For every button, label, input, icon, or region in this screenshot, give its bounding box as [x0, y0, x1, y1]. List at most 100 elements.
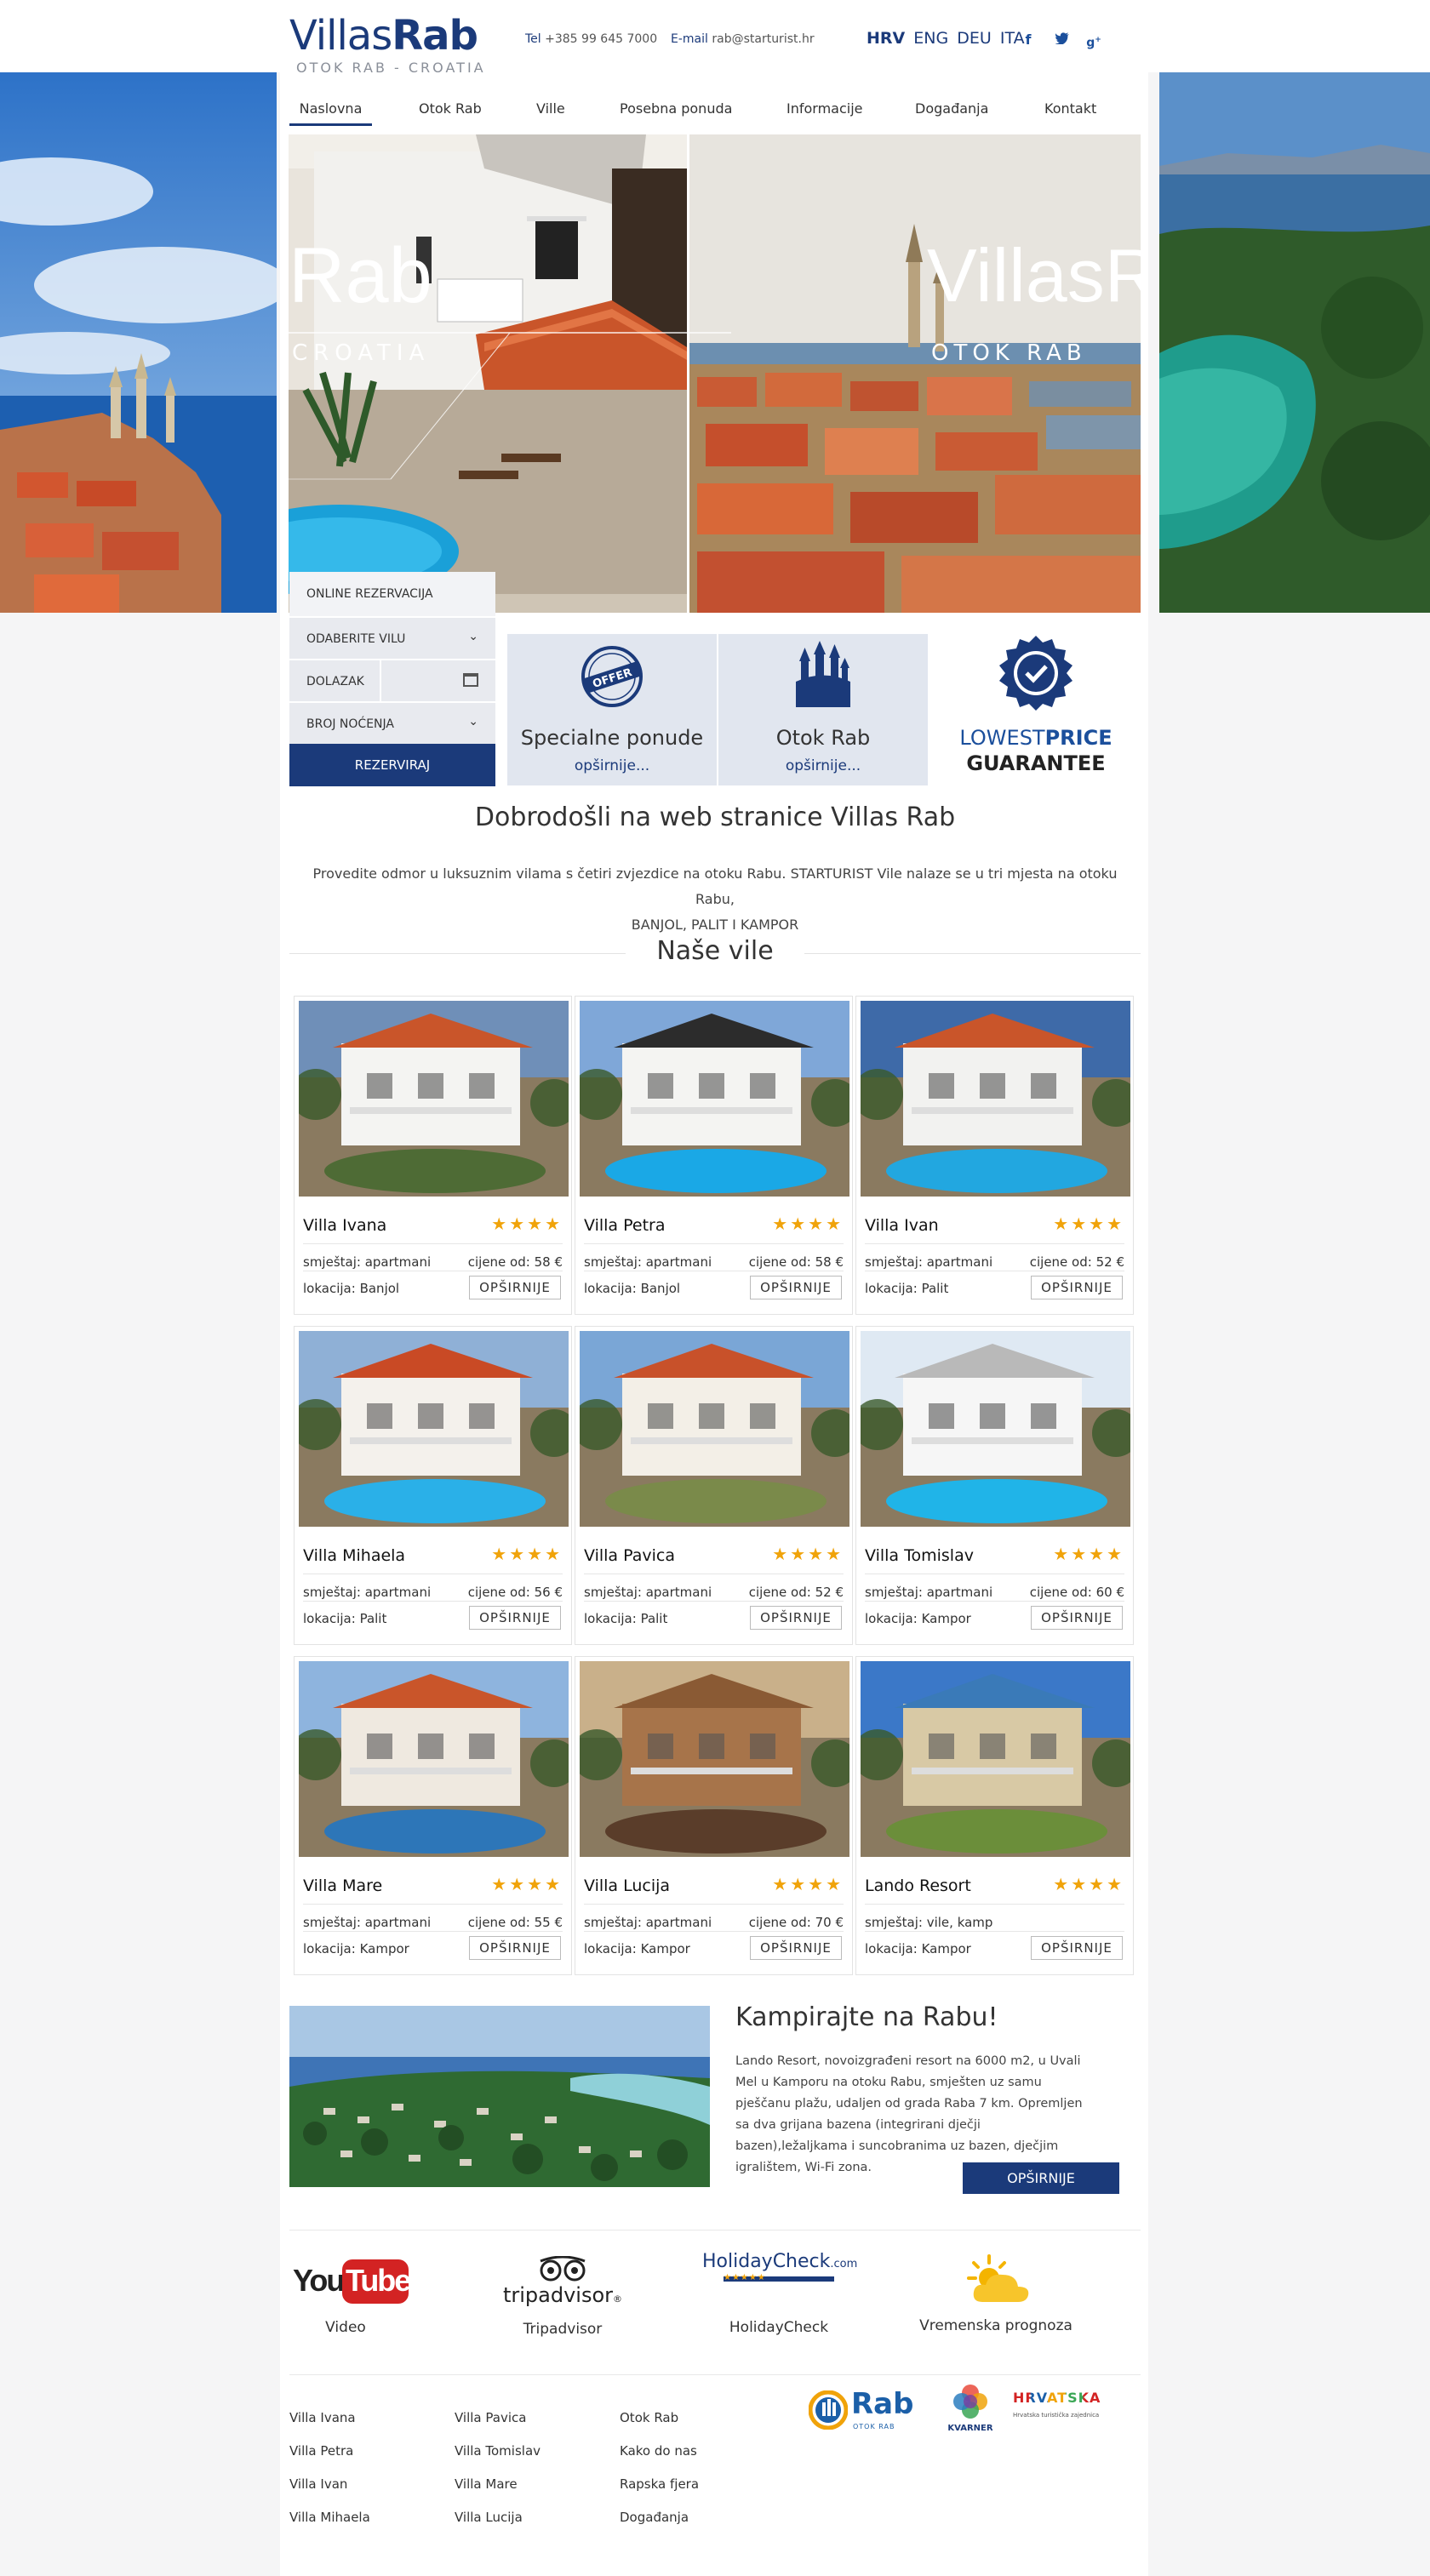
villa-more-button[interactable]: OPŠIRNIJE: [1031, 1936, 1123, 1960]
lang-deu[interactable]: DEU: [957, 29, 992, 48]
partner-tripadvisor[interactable]: tripadvisor® Tripadvisor: [486, 2251, 639, 2345]
partner-weather-label: Vremenska prognoza: [919, 2317, 1072, 2334]
villa-photo[interactable]: [580, 1331, 849, 1527]
island-rab-tile[interactable]: Otok Rab opširnije...: [718, 634, 928, 785]
footer-link[interactable]: Villa Ivana: [289, 2410, 356, 2425]
villa-name[interactable]: Villa Ivan: [865, 1216, 939, 1235]
guarantee-line2: GUARANTEE: [966, 751, 1106, 775]
villa-card[interactable]: Villa Mihaela ★★★★ smještaj: apartmani cije…: [294, 1326, 572, 1645]
welcome-line-2: BANJOL, PALIT I KAMPOR: [631, 917, 799, 933]
villa-name[interactable]: Villa Petra: [584, 1216, 665, 1235]
lang-hrv[interactable]: HRV: [867, 29, 905, 48]
footer-link[interactable]: Villa Ivan: [289, 2476, 347, 2492]
footer-link[interactable]: Kako do nas: [620, 2443, 697, 2459]
footer-link[interactable]: Villa Pavica: [455, 2410, 526, 2425]
villa-more-button[interactable]: OPŠIRNIJE: [469, 1276, 561, 1299]
villa-price: cijene od: 70 €: [749, 1915, 844, 1930]
footer-link[interactable]: Villa Petra: [289, 2443, 353, 2459]
footer-link[interactable]: Događanja: [620, 2510, 689, 2525]
villa-card[interactable]: Villa Mare ★★★★ smještaj: apartmani cijene …: [294, 1656, 572, 1975]
twitter-icon[interactable]: [1053, 31, 1072, 49]
kvarner-logo[interactable]: KVARNER: [945, 2383, 996, 2442]
villa-more-button[interactable]: OPŠIRNIJE: [469, 1936, 561, 1960]
villa-name[interactable]: Villa Mihaela: [303, 1546, 405, 1565]
footer-link[interactable]: Otok Rab: [620, 2410, 678, 2425]
villa-photo[interactable]: [861, 1001, 1130, 1197]
footer-link[interactable]: Villa Tomislav: [455, 2443, 541, 2459]
hero-left-title: Rab: [289, 232, 432, 319]
villa-photo[interactable]: [861, 1331, 1130, 1527]
footer-link[interactable]: Villa Mihaela: [289, 2510, 370, 2525]
villa-photo[interactable]: [299, 1331, 569, 1527]
villa-photo[interactable]: [299, 1001, 569, 1197]
villa-card[interactable]: Villa Pavica ★★★★ smještaj: apartmani cijen…: [575, 1326, 853, 1645]
nav-item-otok-rab[interactable]: Otok Rab: [419, 94, 482, 123]
special-offers-more-link[interactable]: opširnije...: [507, 757, 717, 774]
villa-card[interactable]: Villa Petra ★★★★ smještaj: apartmani cijene…: [575, 996, 853, 1315]
price-label: cijene od:: [748, 1254, 811, 1270]
site-logo[interactable]: VillasRab OTOK RAB - CROATIA: [289, 12, 486, 76]
camping-text: Lando Resort, novoizgrađeni resort na 60…: [735, 2054, 1083, 2174]
holidaycheck-logo-icon: HolidayCheck.com: [702, 2251, 858, 2272]
google-plus-icon[interactable]: g+: [1084, 31, 1103, 50]
villa-card[interactable]: Villa Ivan ★★★★ smještaj: apartmani cijene …: [855, 996, 1134, 1315]
villa-select[interactable]: ODABERITE VILU ⌄: [289, 616, 495, 659]
camping-more-button[interactable]: OPŠIRNIJE: [963, 2162, 1119, 2194]
accommodation-label: smještaj:: [303, 1585, 361, 1600]
villa-photo[interactable]: [299, 1661, 569, 1857]
villa-more-button[interactable]: OPŠIRNIJE: [1031, 1606, 1123, 1630]
nav-item-naslovna[interactable]: Naslovna: [289, 94, 372, 126]
email-value[interactable]: rab@starturist.hr: [712, 32, 814, 46]
hrvatska-logo[interactable]: HRVATSKA Hrvatska turistička zajednica: [1013, 2390, 1115, 2432]
footer-link[interactable]: Villa Lucija: [455, 2510, 523, 2525]
nav-item-dogadanja[interactable]: Događanja: [915, 94, 988, 123]
villa-name[interactable]: Villa Pavica: [584, 1546, 675, 1565]
special-offers-tile[interactable]: OFFER Specialne ponude opširnije...: [507, 634, 717, 785]
villa-photo[interactable]: [580, 1661, 849, 1857]
arrival-date-field[interactable]: DOLAZAK: [289, 659, 495, 703]
villa-name[interactable]: Villa Ivana: [303, 1216, 386, 1235]
villa-card[interactable]: Villa Tomislav ★★★★ smještaj: apartmani cij…: [855, 1326, 1134, 1645]
villa-card[interactable]: Villa Lucija ★★★★ smještaj: apartmani cijen…: [575, 1656, 853, 1975]
villa-name[interactable]: Lando Resort: [865, 1876, 971, 1895]
nav-item-posebna-ponuda[interactable]: Posebna ponuda: [620, 94, 732, 123]
nav-item-ville[interactable]: Ville: [536, 94, 565, 123]
villa-more-button[interactable]: OPŠIRNIJE: [469, 1606, 561, 1630]
villa-name[interactable]: Villa Lucija: [584, 1876, 670, 1895]
star-rating-icon: ★★★★: [772, 1214, 844, 1234]
nights-select[interactable]: BROJ NOĆENJA ⌄: [289, 701, 495, 744]
footer-link[interactable]: Rapska fjera: [620, 2476, 699, 2492]
footer-link[interactable]: Villa Mare: [455, 2476, 518, 2492]
partner-youtube[interactable]: You Tube Video: [269, 2251, 422, 2345]
calendar-icon[interactable]: [463, 673, 478, 687]
location-value: Banjol: [359, 1281, 400, 1296]
reserve-button[interactable]: REZERVIRAJ: [289, 744, 495, 786]
welcome-heading: Dobrodošli na web stranice Villas Rab: [474, 803, 956, 832]
holidaycheck-stars-icon: ★★★★★: [724, 2273, 766, 2282]
facebook-icon[interactable]: f: [1019, 31, 1038, 49]
villa-more-button[interactable]: OPŠIRNIJE: [750, 1276, 842, 1299]
villa-location: lokacija: Palit: [303, 1611, 386, 1626]
youtube-logo-icon: You Tube: [289, 2259, 411, 2307]
nav-item-kontakt[interactable]: Kontakt: [1044, 94, 1096, 123]
accommodation-label: smještaj:: [303, 1254, 361, 1270]
villa-name[interactable]: Villa Tomislav: [865, 1546, 974, 1565]
island-rab-more-link[interactable]: opširnije...: [718, 757, 928, 774]
villa-more-button[interactable]: OPŠIRNIJE: [750, 1936, 842, 1960]
nav-item-informacije[interactable]: Informacije: [786, 94, 863, 123]
villa-card[interactable]: Lando Resort ★★★★ smještaj: vile, kamp loka…: [855, 1656, 1134, 1975]
partner-holidaycheck[interactable]: HolidayCheck.com ★★★★★ HolidayCheck: [702, 2251, 858, 2345]
villa-more-button[interactable]: OPŠIRNIJE: [1031, 1276, 1123, 1299]
villa-name[interactable]: Villa Mare: [303, 1876, 382, 1895]
hero-slider[interactable]: Rab CROATIA VillasR OTOK RAB: [289, 134, 1141, 613]
price-value: 55 €: [534, 1915, 563, 1930]
villa-accommodation: smještaj: apartmani: [584, 1585, 712, 1600]
accommodation-value: vile, kamp: [926, 1915, 993, 1930]
villa-more-button[interactable]: OPŠIRNIJE: [750, 1606, 842, 1630]
rab-tourism-logo[interactable]: Rab OTOK RAB: [809, 2387, 928, 2438]
lang-eng[interactable]: ENG: [913, 29, 948, 48]
villa-photo[interactable]: [861, 1661, 1130, 1857]
villa-photo[interactable]: [580, 1001, 849, 1197]
villa-card[interactable]: Villa Ivana ★★★★ smještaj: apartmani cijene…: [294, 996, 572, 1315]
partner-weather[interactable]: Vremenska prognoza: [919, 2251, 1072, 2345]
